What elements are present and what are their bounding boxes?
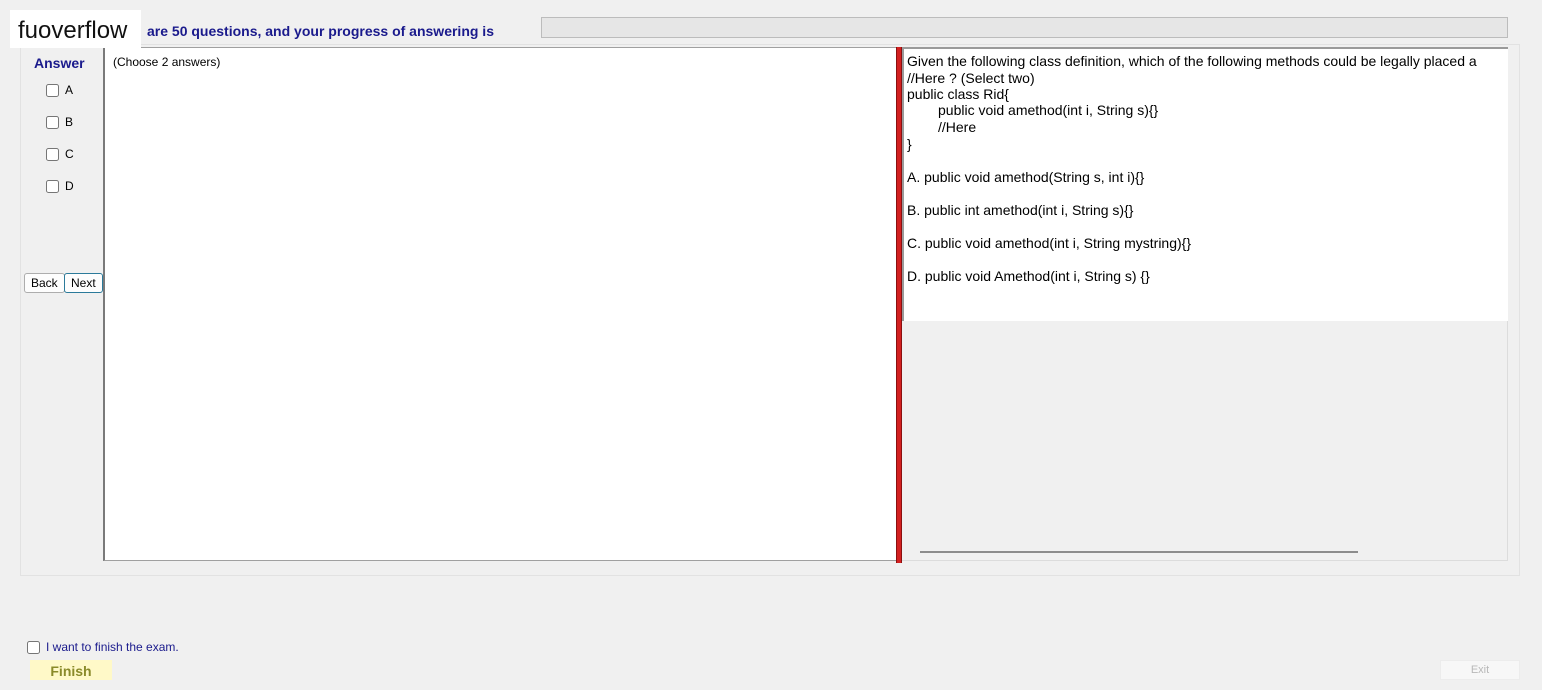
option-b[interactable]: B xyxy=(46,115,73,129)
progress-bar xyxy=(541,17,1508,38)
option-b-checkbox[interactable] xyxy=(46,115,59,129)
code-line: } xyxy=(907,136,912,152)
option-a[interactable]: A xyxy=(46,83,73,97)
question-area: Given the following class definition, wh… xyxy=(902,47,1508,561)
question-line: //Here ? (Select two) xyxy=(907,70,1035,86)
watermark-logo: fuoverflow xyxy=(10,10,141,48)
option-c-checkbox[interactable] xyxy=(46,147,59,161)
finish-exam-label: I want to finish the exam. xyxy=(46,640,179,654)
finish-button[interactable]: Finish xyxy=(30,660,112,680)
progress-text: are 50 questions, and your progress of a… xyxy=(147,23,494,39)
choice-c: C. public void amethod(int i, String mys… xyxy=(907,235,1192,251)
question-text-box: Given the following class definition, wh… xyxy=(902,47,1508,321)
option-d[interactable]: D xyxy=(46,179,74,193)
option-d-label: D xyxy=(65,179,74,193)
back-button[interactable]: Back xyxy=(24,273,65,293)
option-a-label: A xyxy=(65,83,74,97)
answer-text-box[interactable]: (Choose 2 answers) xyxy=(103,47,896,561)
horizontal-scrollbar[interactable] xyxy=(920,551,1358,553)
answer-label: Answer xyxy=(34,55,85,71)
option-b-label: B xyxy=(65,115,74,129)
exit-button[interactable]: Exit xyxy=(1440,660,1520,680)
answer-hint: (Choose 2 answers) xyxy=(113,55,221,69)
option-d-checkbox[interactable] xyxy=(46,179,59,193)
option-c-label: C xyxy=(65,147,74,161)
option-a-checkbox[interactable] xyxy=(46,83,59,97)
finish-exam-checkbox[interactable] xyxy=(27,640,40,654)
question-line: Given the following class definition, wh… xyxy=(907,53,1477,69)
code-line: public class Rid{ xyxy=(907,86,1009,102)
choice-d: D. public void Amethod(int i, String s) … xyxy=(907,268,1150,284)
next-button[interactable]: Next xyxy=(64,273,103,293)
choice-b: B. public int amethod(int i, String s){} xyxy=(907,202,1134,218)
code-line: //Here xyxy=(938,119,977,135)
code-line: public void amethod(int i, String s){} xyxy=(938,102,1159,118)
choice-a: A. public void amethod(String s, int i){… xyxy=(907,169,1145,185)
option-c[interactable]: C xyxy=(46,147,74,161)
finish-exam-toggle[interactable]: I want to finish the exam. xyxy=(27,640,179,654)
